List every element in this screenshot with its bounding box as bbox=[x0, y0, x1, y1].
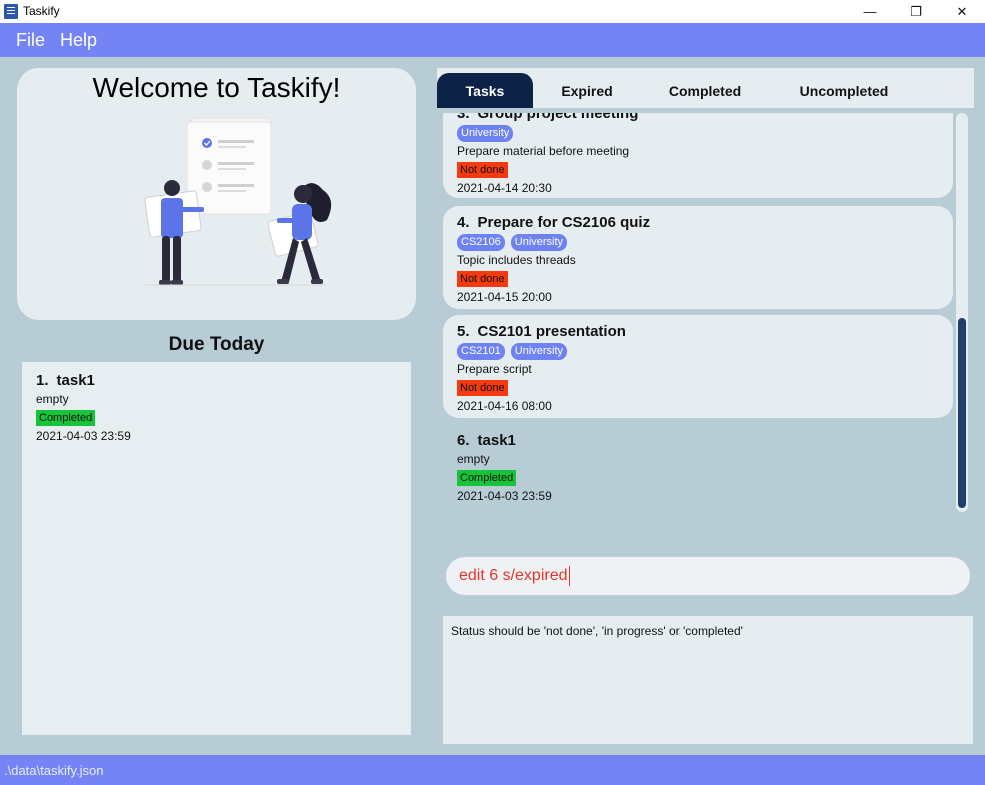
tag: CS2101 bbox=[457, 343, 505, 360]
task-description: empty bbox=[36, 392, 69, 406]
due-today-list[interactable]: 1. task1 empty Completed 2021-04-03 23:5… bbox=[22, 362, 411, 735]
tag: CS2106 bbox=[457, 234, 505, 251]
task-date: 2021-04-03 23:59 bbox=[36, 429, 131, 443]
window-title: Taskify bbox=[23, 4, 60, 18]
app-icon bbox=[4, 4, 18, 19]
status-badge: Completed bbox=[457, 470, 517, 486]
status-badge: Not done bbox=[457, 271, 508, 287]
task-index: 1. bbox=[36, 372, 49, 389]
status-bar: .\data\taskify.json bbox=[0, 755, 985, 785]
task-description: Prepare script bbox=[457, 362, 532, 376]
task-card-selected[interactable]: 6. task1 empty Completed 2021-04-03 23:5… bbox=[443, 424, 953, 514]
tab-completed[interactable]: Completed bbox=[655, 73, 755, 108]
status-badge: Completed bbox=[36, 410, 96, 426]
task-description: Prepare material before meeting bbox=[457, 144, 630, 158]
command-input[interactable]: edit 6 s/expired bbox=[446, 557, 970, 595]
title-bar: Taskify — ❐ ✕ bbox=[0, 0, 985, 23]
result-message: Status should be 'not done', 'in progres… bbox=[451, 624, 743, 638]
task-name: task1 bbox=[477, 432, 516, 449]
tab-uncompleted[interactable]: Uncompleted bbox=[787, 73, 901, 108]
tab-expired[interactable]: Expired bbox=[537, 73, 637, 108]
task-list[interactable]: 3. Group project meeting University Prep… bbox=[437, 113, 974, 514]
people-checklist-illustration bbox=[144, 117, 332, 286]
due-today-title: Due Today bbox=[168, 334, 265, 355]
task-index: 5. bbox=[457, 323, 470, 340]
task-card[interactable]: 3. Group project meeting University Prep… bbox=[443, 113, 953, 198]
tag-list: CS2106 University bbox=[457, 234, 939, 251]
task-index: 6. bbox=[457, 432, 470, 449]
task-card[interactable]: 4. Prepare for CS2106 quiz CS2106 Univer… bbox=[443, 206, 953, 309]
task-index: 4. bbox=[457, 214, 470, 231]
tab-tasks[interactable]: Tasks bbox=[437, 73, 533, 108]
task-index: 3. bbox=[457, 113, 470, 122]
task-card[interactable]: 5. CS2101 presentation CS2101 University… bbox=[443, 315, 953, 418]
task-name: CS2101 presentation bbox=[477, 323, 626, 340]
tag: University bbox=[457, 125, 514, 142]
tag-list: CS2101 University bbox=[457, 343, 939, 360]
task-date: 2021-04-14 20:30 bbox=[457, 181, 552, 195]
restore-button[interactable]: ❐ bbox=[893, 0, 939, 23]
menu-help[interactable]: Help bbox=[60, 30, 97, 51]
result-display[interactable]: Status should be 'not done', 'in progres… bbox=[443, 616, 973, 744]
task-description: Topic includes threads bbox=[457, 253, 576, 267]
task-name: task1 bbox=[56, 372, 95, 389]
task-date: 2021-04-03 23:59 bbox=[457, 489, 552, 503]
status-badge: Not done bbox=[457, 380, 508, 396]
scrollbar-thumb[interactable] bbox=[958, 318, 966, 508]
welcome-card: Welcome to Taskify! bbox=[17, 68, 416, 320]
task-description: empty bbox=[457, 452, 490, 466]
due-task-card[interactable]: 1. task1 empty Completed 2021-04-03 23:5… bbox=[22, 362, 411, 453]
command-text: edit 6 s/expired bbox=[459, 567, 568, 584]
menu-bar: File Help bbox=[0, 23, 985, 57]
task-list-scrollbar[interactable] bbox=[956, 113, 968, 512]
tag-list: University bbox=[457, 125, 939, 142]
text-caret bbox=[568, 566, 570, 586]
task-date: 2021-04-15 20:00 bbox=[457, 290, 552, 304]
task-date: 2021-04-16 08:00 bbox=[457, 399, 552, 413]
welcome-title: Welcome to Taskify! bbox=[92, 72, 341, 103]
minimize-button[interactable]: — bbox=[847, 0, 893, 23]
tag: University bbox=[510, 234, 568, 251]
tab-bar: Tasks Expired Completed Uncompleted bbox=[437, 68, 974, 108]
menu-file[interactable]: File bbox=[16, 30, 45, 51]
close-button[interactable]: ✕ bbox=[939, 0, 985, 23]
tag: University bbox=[510, 343, 568, 360]
task-name: Group project meeting bbox=[477, 113, 639, 122]
status-badge: Not done bbox=[457, 162, 508, 178]
task-name: Prepare for CS2106 quiz bbox=[477, 214, 651, 231]
save-file-path: .\data\taskify.json bbox=[4, 762, 104, 778]
